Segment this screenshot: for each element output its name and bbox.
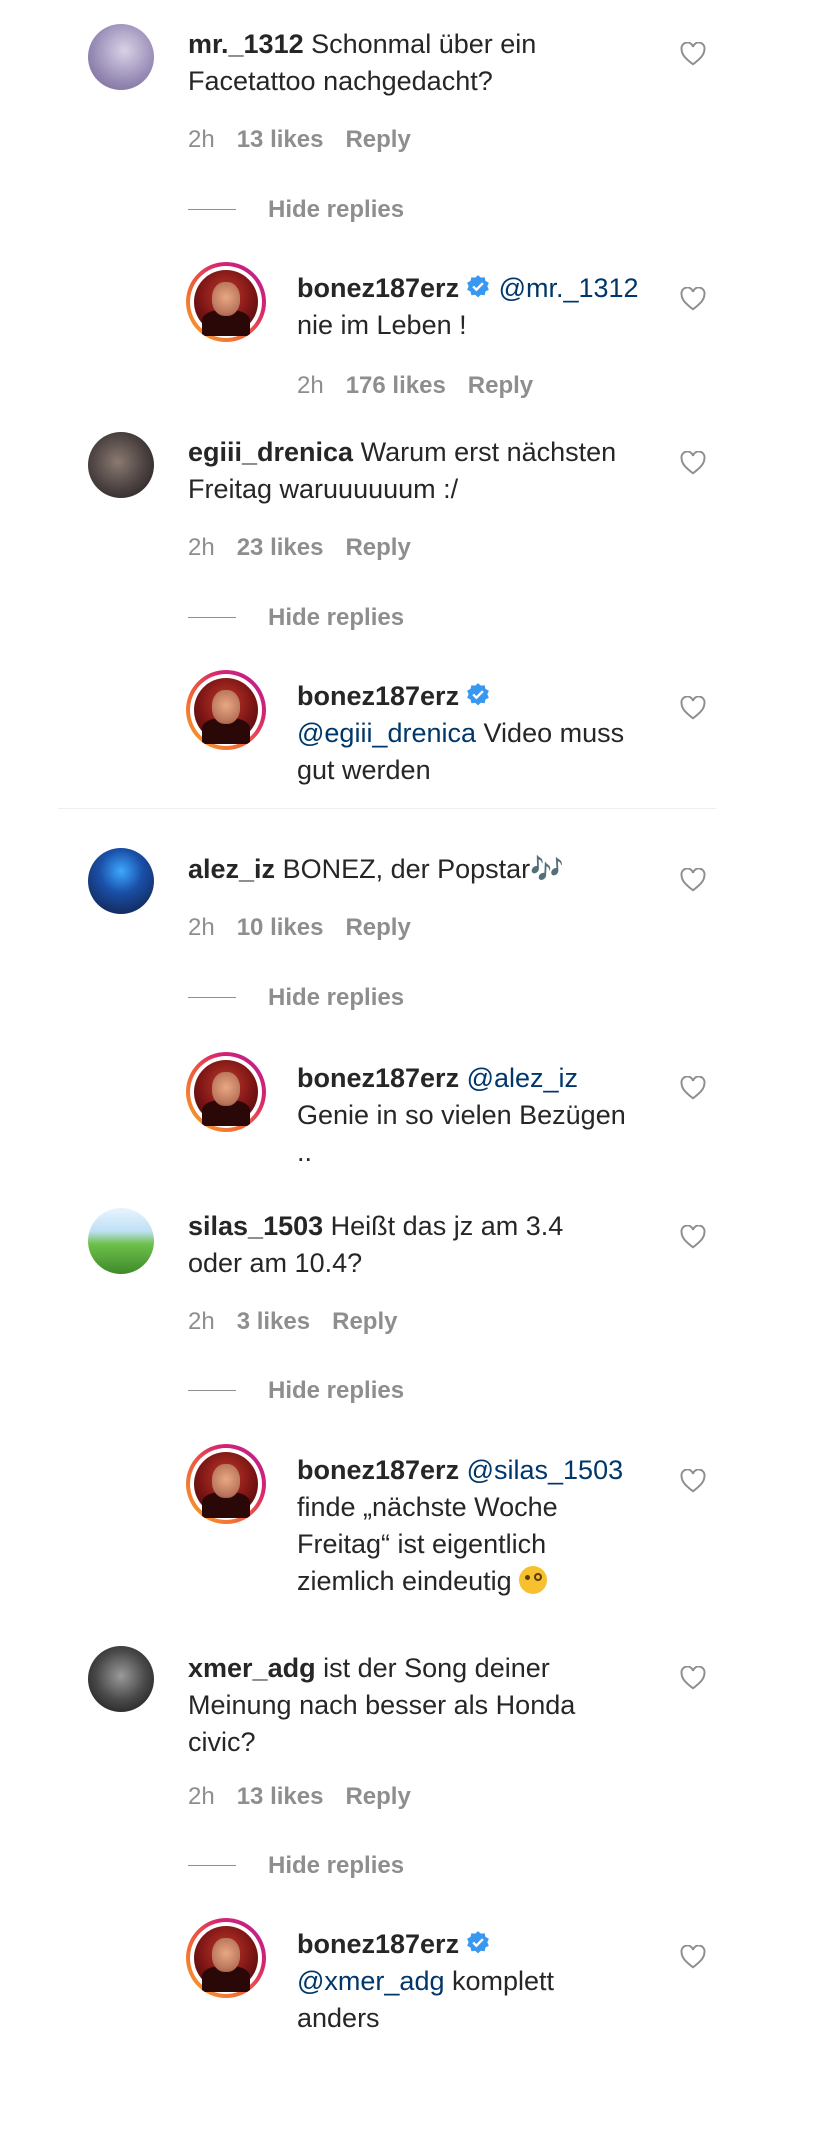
likes-count[interactable]: 10 likes (237, 914, 324, 941)
reply-text: bonez187erz @silas_1503 finde „nächste W… (297, 1455, 624, 1596)
comment-username[interactable]: silas_1503 (188, 1211, 323, 1241)
comment-meta: 2h 3 likes Reply (188, 1308, 419, 1336)
comment-username[interactable]: bonez187erz (297, 1063, 459, 1093)
heart-outline-icon[interactable] (680, 1076, 706, 1100)
mention-link[interactable]: @egiii_drenica (297, 718, 476, 748)
comment-username[interactable]: bonez187erz (297, 681, 459, 711)
comment-username[interactable]: bonez187erz (297, 1929, 459, 1959)
hide-replies-button[interactable]: Hide replies (268, 604, 404, 632)
comment-username[interactable]: xmer_adg (188, 1653, 316, 1683)
mention-link[interactable]: @silas_1503 (467, 1455, 624, 1485)
comment-username[interactable]: bonez187erz (297, 1455, 459, 1485)
verified-badge-icon (467, 1931, 489, 1954)
likes-count[interactable]: 176 likes (346, 372, 446, 399)
avatar[interactable] (186, 262, 266, 342)
heart-outline-icon[interactable] (680, 1469, 706, 1493)
avatar[interactable] (88, 1646, 154, 1712)
comment-meta: 2h 13 likes Reply (188, 126, 433, 154)
likes-count[interactable]: 3 likes (237, 1308, 310, 1335)
heart-outline-icon[interactable] (680, 42, 706, 66)
avatar[interactable] (186, 670, 266, 750)
comment-text: silas_1503 Heißt das jz am 3.4 oder am 1… (188, 1211, 564, 1278)
reply-button[interactable]: Reply (345, 914, 410, 941)
reply-button[interactable]: Reply (345, 534, 410, 561)
heart-outline-icon[interactable] (680, 1666, 706, 1690)
avatar[interactable] (88, 432, 154, 498)
divider (188, 617, 236, 618)
comment-username[interactable]: bonez187erz (297, 273, 459, 303)
avatar[interactable] (88, 24, 154, 90)
timestamp[interactable]: 2h (188, 914, 215, 941)
hide-replies-button[interactable]: Hide replies (268, 1852, 404, 1880)
hide-replies-button[interactable]: Hide replies (268, 984, 404, 1012)
likes-count[interactable]: 13 likes (237, 126, 324, 153)
divider (58, 808, 716, 809)
mention-link[interactable]: @xmer_adg (297, 1966, 444, 1996)
hide-replies-button[interactable]: Hide replies (268, 196, 404, 224)
comment-meta: 2h 13 likes Reply (188, 1783, 433, 1811)
likes-count[interactable]: 13 likes (237, 1783, 324, 1810)
verified-badge-icon (467, 275, 489, 298)
likes-count[interactable]: 23 likes (237, 534, 324, 561)
heart-outline-icon[interactable] (680, 451, 706, 475)
avatar[interactable] (88, 1208, 154, 1274)
reply-button[interactable]: Reply (468, 372, 533, 399)
avatar[interactable] (186, 1444, 266, 1524)
reply-text: bonez187erz @xmer_adg komplett anders (297, 1929, 555, 2033)
reply-button[interactable]: Reply (345, 1783, 410, 1810)
comment-text: egiii_drenica Warum erst nächsten Freita… (188, 437, 617, 504)
reply-button[interactable]: Reply (345, 126, 410, 153)
heart-outline-icon[interactable] (680, 1225, 706, 1249)
comment-text: xmer_adg ist der Song deiner Meinung nac… (188, 1653, 576, 1757)
divider (188, 1865, 236, 1866)
comment-username[interactable]: alez_iz (188, 854, 275, 884)
avatar[interactable] (186, 1052, 266, 1132)
timestamp[interactable]: 2h (297, 372, 324, 399)
hide-replies-button[interactable]: Hide replies (268, 1377, 404, 1405)
avatar[interactable] (186, 1918, 266, 1998)
divider (188, 997, 236, 998)
reply-text: bonez187erz @alez_iz Genie in so vielen … (297, 1063, 626, 1167)
timestamp[interactable]: 2h (188, 534, 215, 561)
timestamp[interactable]: 2h (188, 1308, 215, 1335)
avatar[interactable] (88, 848, 154, 914)
comment-text: mr._1312 Schonmal über ein Facetattoo na… (188, 29, 537, 96)
divider (188, 1390, 236, 1391)
reply-text: bonez187erz @mr._1312 nie im Leben ! (297, 273, 639, 340)
heart-outline-icon[interactable] (680, 696, 706, 720)
mention-link[interactable]: @mr._1312 (499, 273, 639, 303)
comment-username[interactable]: mr._1312 (188, 29, 304, 59)
monocle-face-emoji (519, 1566, 548, 1594)
heart-outline-icon[interactable] (680, 868, 706, 892)
comment-meta: 2h 23 likes Reply (188, 534, 433, 562)
mention-link[interactable]: @alez_iz (467, 1063, 578, 1093)
heart-outline-icon[interactable] (680, 1945, 706, 1969)
timestamp[interactable]: 2h (188, 1783, 215, 1810)
reply-text: bonez187erz @egiii_drenica Video muss gu… (297, 681, 625, 785)
divider (188, 209, 236, 210)
comment-text: alez_iz BONEZ, der Popstar🎶 (188, 854, 564, 884)
heart-outline-icon[interactable] (680, 287, 706, 311)
comment-meta: 2h 176 likes Reply (297, 372, 555, 400)
reply-button[interactable]: Reply (332, 1308, 397, 1335)
comment-meta: 2h 10 likes Reply (188, 914, 433, 942)
timestamp[interactable]: 2h (188, 126, 215, 153)
comment-username[interactable]: egiii_drenica (188, 437, 353, 467)
verified-badge-icon (467, 683, 489, 706)
